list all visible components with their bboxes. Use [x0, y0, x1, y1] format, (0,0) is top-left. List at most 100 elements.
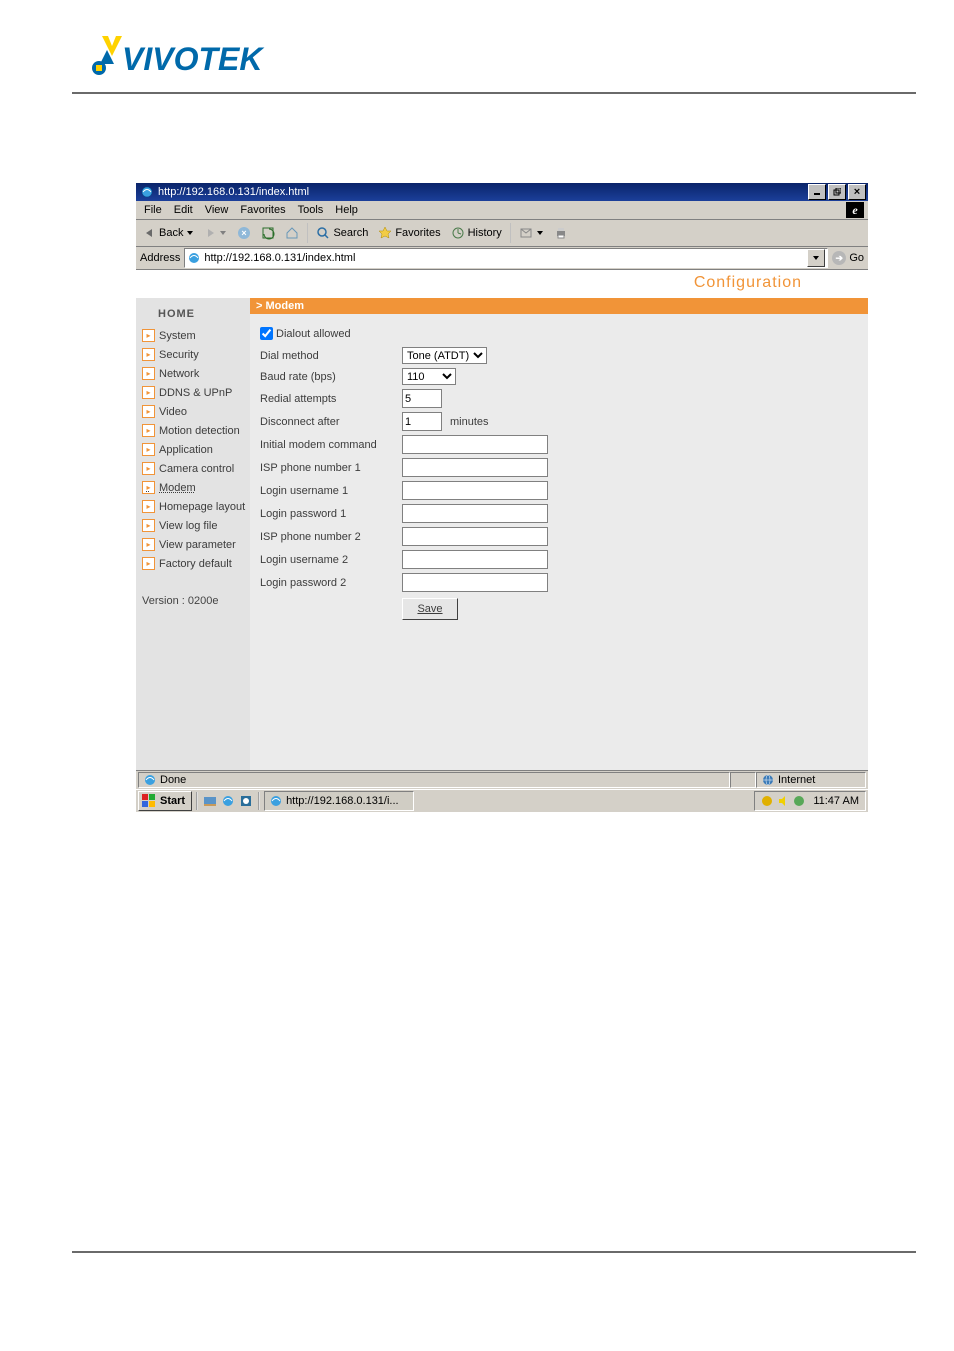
address-label: Address	[140, 252, 180, 264]
svg-text:×: ×	[242, 228, 247, 238]
sidebar-item-security[interactable]: Security	[136, 345, 250, 364]
pass1-label: Login password 1	[260, 508, 402, 520]
baud-select[interactable]: 110	[402, 368, 456, 385]
menu-tools[interactable]: Tools	[292, 202, 330, 218]
init-cmd-input[interactable]	[402, 435, 548, 454]
sidebar-item-view-parameter[interactable]: View parameter	[136, 535, 250, 554]
svg-text:VIVOTEK: VIVOTEK	[122, 41, 265, 77]
disconnect-label: Disconnect after	[260, 416, 402, 428]
sidebar-item-homepage-layout[interactable]: Homepage layout	[136, 497, 250, 516]
sidebar-item-factory-default[interactable]: Factory default	[136, 554, 250, 573]
isp2-label: ISP phone number 2	[260, 531, 402, 543]
volume-icon	[777, 795, 789, 807]
dialout-checkbox[interactable]	[260, 327, 273, 340]
isp1-input[interactable]	[402, 458, 548, 477]
mail-icon	[519, 226, 533, 240]
chevron-right-icon	[142, 462, 155, 475]
pass2-label: Login password 2	[260, 577, 402, 589]
sidebar-item-application[interactable]: Application	[136, 440, 250, 459]
dial-method-select[interactable]: Tone (ATDT)	[402, 347, 487, 364]
page-title: Configuration	[694, 274, 802, 292]
user2-input[interactable]	[402, 550, 548, 569]
pass2-input[interactable]	[402, 573, 548, 592]
search-button[interactable]: Search	[312, 224, 372, 242]
restore-button[interactable]	[828, 184, 846, 200]
sidebar-item-video[interactable]: Video	[136, 402, 250, 421]
search-label: Search	[333, 227, 368, 239]
chevron-right-icon	[142, 348, 155, 361]
back-button[interactable]: Back	[140, 225, 198, 241]
pass1-input[interactable]	[402, 504, 548, 523]
back-label: Back	[159, 227, 183, 239]
menu-file[interactable]: File	[138, 202, 168, 218]
sidebar-item-view-log-file[interactable]: View log file	[136, 516, 250, 535]
mail-button[interactable]	[515, 224, 548, 242]
sidebar-item-modem[interactable]: Modem	[136, 478, 250, 497]
taskbar-task[interactable]: http://192.168.0.131/i...	[264, 791, 414, 811]
system-tray[interactable]: 11:47 AM	[754, 791, 866, 811]
quick-launch-outlook[interactable]	[238, 793, 254, 809]
minimize-button[interactable]	[808, 184, 826, 200]
history-button[interactable]: History	[447, 224, 506, 242]
ie-icon	[269, 794, 283, 808]
taskbar: Start http://192.168.0.131/i... 11:47 AM	[136, 789, 868, 812]
sidebar-item-camera-control[interactable]: Camera control	[136, 459, 250, 478]
sidebar: HOME System Security Network DDNS & UPnP…	[136, 298, 250, 770]
disconnect-unit: minutes	[450, 416, 489, 428]
save-label: Save	[417, 603, 442, 615]
stop-button[interactable]: ×	[233, 224, 255, 242]
menu-help[interactable]: Help	[329, 202, 364, 218]
refresh-button[interactable]	[257, 224, 279, 242]
start-button[interactable]: Start	[138, 791, 192, 811]
status-bar: Done Internet	[136, 770, 868, 789]
sidebar-version: Version : 0200e	[136, 573, 250, 609]
user1-label: Login username 1	[260, 485, 402, 497]
menu-favorites[interactable]: Favorites	[234, 202, 291, 218]
quick-launch-desktop[interactable]	[202, 793, 218, 809]
chevron-right-icon	[142, 367, 155, 380]
chevron-right-icon	[142, 443, 155, 456]
save-button[interactable]: Save	[402, 598, 458, 620]
baud-label: Baud rate (bps)	[260, 371, 402, 383]
chevron-right-icon	[142, 500, 155, 513]
sidebar-item-motion-detection[interactable]: Motion detection	[136, 421, 250, 440]
sidebar-home[interactable]: HOME	[136, 298, 250, 326]
disconnect-input[interactable]	[402, 412, 442, 431]
close-button[interactable]: ×	[848, 184, 866, 200]
quick-launch-ie[interactable]	[220, 793, 236, 809]
menu-view[interactable]: View	[199, 202, 235, 218]
home-button[interactable]	[281, 224, 303, 242]
quick-launch	[200, 793, 256, 809]
sidebar-item-label: Video	[159, 406, 187, 418]
title-bar: http://192.168.0.131/index.html ×	[136, 183, 868, 201]
sidebar-item-label: Homepage layout	[159, 501, 245, 513]
sidebar-item-system[interactable]: System	[136, 326, 250, 345]
sidebar-item-label: System	[159, 330, 196, 342]
address-dropdown-button[interactable]	[807, 249, 825, 267]
chevron-right-icon	[142, 329, 155, 342]
dropdown-icon	[186, 229, 194, 237]
isp2-input[interactable]	[402, 527, 548, 546]
go-icon: ➔	[832, 251, 846, 265]
redial-input[interactable]	[402, 389, 442, 408]
section-header: > Modem	[250, 298, 868, 314]
footer-divider	[72, 1251, 916, 1253]
menu-edit[interactable]: Edit	[168, 202, 199, 218]
favorites-button[interactable]: Favorites	[374, 224, 444, 242]
dropdown-icon	[536, 229, 544, 237]
address-input-wrapper[interactable]: http://192.168.0.131/index.html	[184, 248, 828, 268]
isp1-label: ISP phone number 1	[260, 462, 402, 474]
sidebar-item-label: Network	[159, 368, 199, 380]
sidebar-item-network[interactable]: Network	[136, 364, 250, 383]
sidebar-item-ddns-upnp[interactable]: DDNS & UPnP	[136, 383, 250, 402]
go-button[interactable]: ➔ Go	[832, 251, 864, 265]
favorites-label: Favorites	[395, 227, 440, 239]
chevron-right-icon	[142, 386, 155, 399]
search-icon	[316, 226, 330, 240]
forward-button[interactable]	[200, 225, 231, 241]
print-button[interactable]	[550, 224, 572, 242]
sidebar-item-label: Factory default	[159, 558, 232, 570]
sidebar-item-label: Motion detection	[159, 425, 240, 437]
init-cmd-label: Initial modem command	[260, 439, 402, 451]
user1-input[interactable]	[402, 481, 548, 500]
